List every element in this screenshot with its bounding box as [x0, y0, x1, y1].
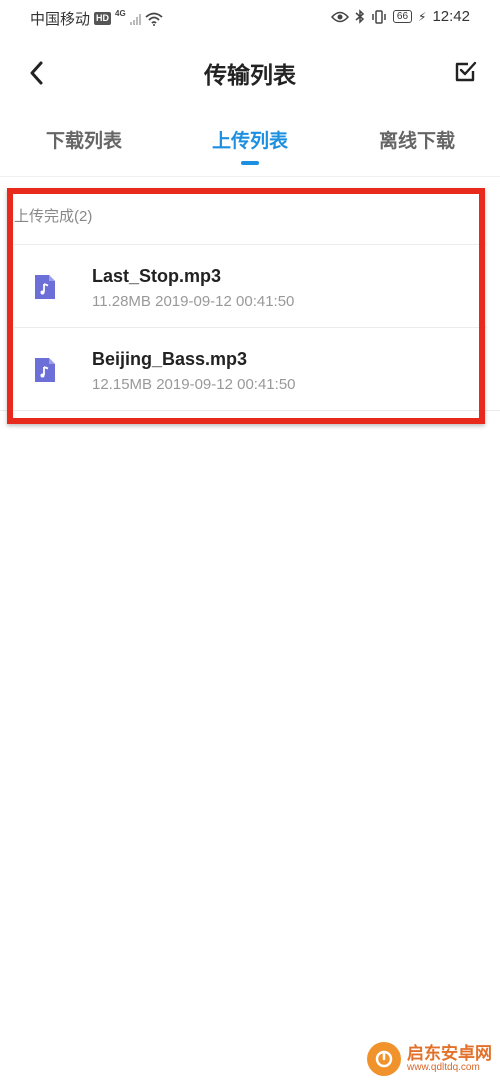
active-tab-indicator: [241, 161, 259, 165]
nav-header: 传输列表: [0, 36, 500, 110]
clock: 12:42: [432, 8, 470, 25]
status-left: 中国移动 HD 4G: [30, 8, 163, 29]
watermark-title: 启东安卓网: [407, 1043, 492, 1063]
cell-signal-icon: [129, 13, 141, 25]
tab-download-list[interactable]: 下载列表: [24, 126, 144, 153]
watermark-url: www.qdltdq.com: [407, 1061, 480, 1073]
highlight-box: [7, 188, 485, 424]
watermark-text: 启东安卓网 www.qdltdq.com: [407, 1043, 492, 1073]
status-bar: 中国移动 HD 4G 66 ⚡ 12:42: [0, 0, 500, 36]
status-right: 66 ⚡ 12:42: [330, 8, 470, 25]
tab-bar: 下载列表 上传列表 离线下载: [0, 110, 500, 172]
bluetooth-icon: [355, 9, 364, 24]
network-type: 4G: [115, 9, 126, 18]
charging-icon: ⚡: [418, 9, 427, 24]
hd-badge: HD: [94, 12, 112, 25]
eye-icon: [330, 11, 349, 22]
vibrate-icon: [372, 9, 386, 24]
tab-upload-list[interactable]: 上传列表: [190, 126, 310, 153]
multi-select-button[interactable]: [452, 58, 480, 86]
tab-offline-download[interactable]: 离线下载: [357, 126, 477, 153]
battery-level: 66: [392, 10, 413, 23]
watermark-logo-icon: [367, 1042, 401, 1076]
checkbox-edit-icon: [455, 61, 477, 82]
wifi-icon: [145, 12, 163, 26]
divider: [0, 176, 500, 177]
carrier-name: 中国移动: [30, 11, 91, 28]
page-title: 传输列表: [204, 62, 296, 88]
watermark: 启东安卓网 www.qdltdq.com: [367, 1042, 492, 1076]
